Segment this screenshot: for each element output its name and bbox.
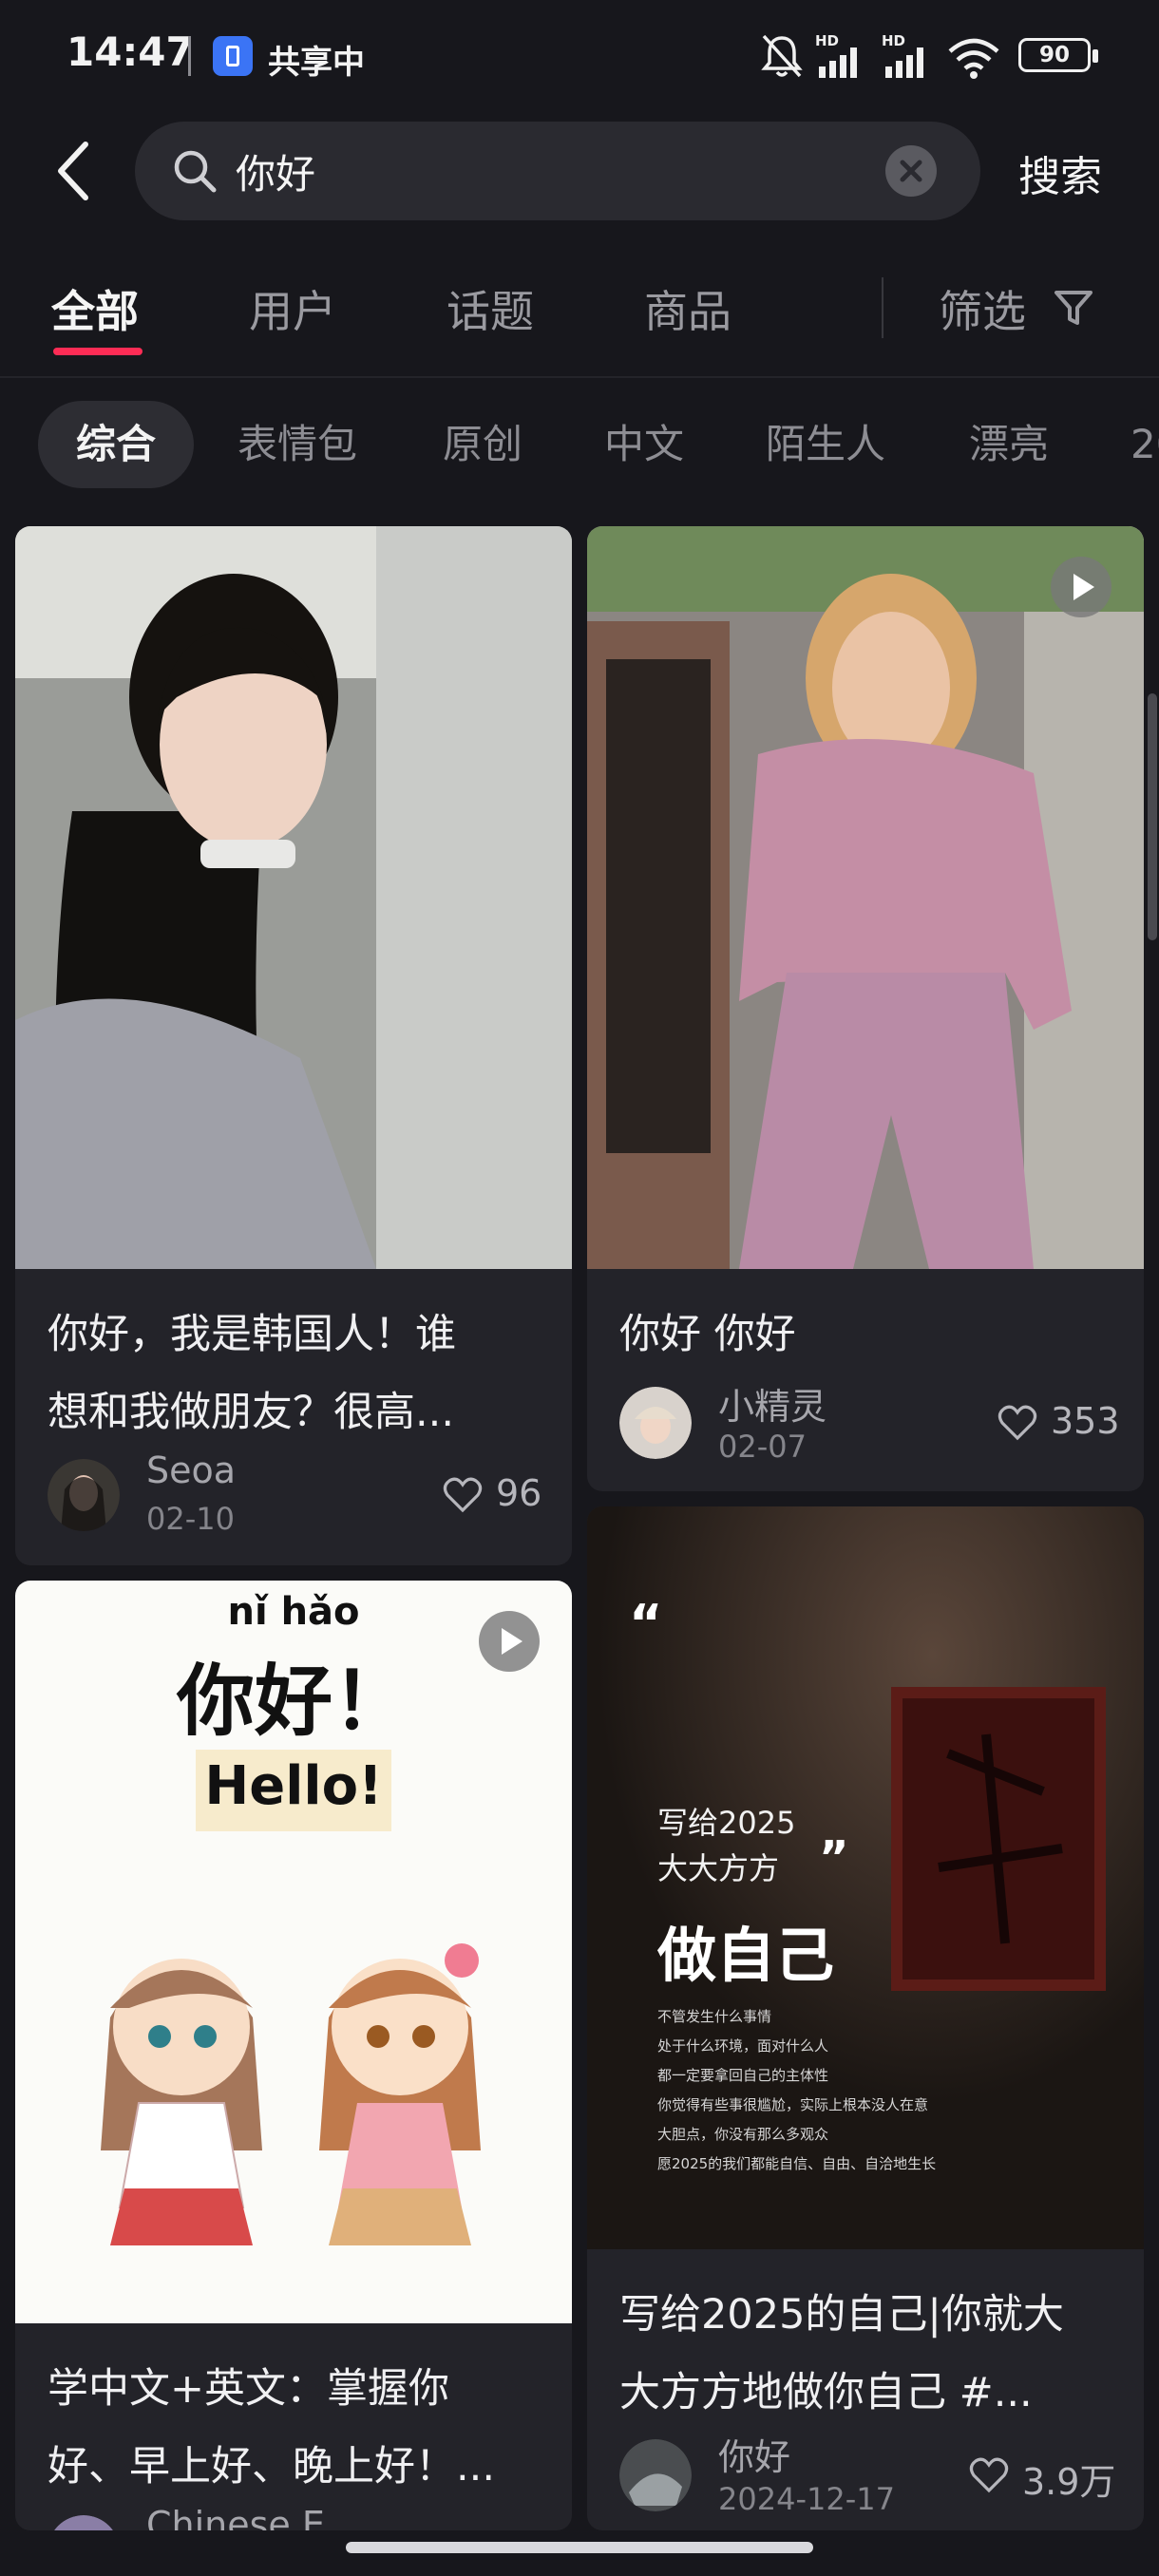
post-thumbnail: “ 写给2025 大大方方 ” 做自己 不管发生什么事情 处于什么环境，面对什么… [587, 1506, 1144, 2249]
post-title: 学中文+英文：掌握你 好、早上好、晚上好！... [48, 2365, 496, 2491]
post-title: 你好 你好 [619, 1311, 796, 1358]
tab-products[interactable]: 商品 [644, 277, 732, 340]
close-icon [900, 160, 922, 182]
chip-stickers[interactable]: 表情包 [238, 401, 357, 488]
battery-indicator: 90 [1018, 38, 1098, 72]
chip-pretty[interactable]: 漂亮 [969, 401, 1049, 488]
author-name[interactable]: 你好 [718, 2428, 790, 2480]
back-button[interactable] [48, 133, 104, 209]
search-button[interactable]: 搜索 [1018, 142, 1102, 203]
tab-users[interactable]: 用户 [249, 277, 336, 340]
thumbnail-english: Hello! [204, 1755, 383, 1817]
post-title: 你好，我是韩国人！谁 想和我做朋友？很高... [48, 1311, 456, 1436]
like-count: 353 [1051, 1400, 1120, 1442]
scrollbar[interactable] [1148, 693, 1157, 940]
search-icon [174, 150, 217, 193]
post-thumbnail [587, 526, 1144, 1269]
video-play-icon [1051, 557, 1112, 617]
screen-share-icon [213, 36, 253, 76]
post-card-1[interactable]: 你好，我是韩国人！谁 想和我做朋友？很高... Seoa 02-10 96 [15, 526, 572, 1565]
author-avatar[interactable] [619, 1387, 692, 1459]
post-thumbnail [15, 526, 572, 1269]
post-date: 02-07 [718, 1429, 807, 1465]
status-bar: 14:47 共享中 HD HD 90 [0, 0, 1159, 114]
home-indicator[interactable] [346, 2542, 813, 2553]
clear-search-button[interactable] [885, 145, 937, 197]
heart-icon[interactable] [969, 2456, 1009, 2494]
post-date: 02-10 [146, 1501, 235, 1537]
post-title: 写给2025的自己|你就大 大方方地做你自己 #... [619, 2291, 1064, 2416]
active-tab-indicator [53, 348, 142, 355]
chip-chinese[interactable]: 中文 [604, 401, 684, 488]
tabs-divider [0, 376, 1159, 378]
screen-share-label: 共享中 [268, 44, 365, 82]
filter-button[interactable]: 筛选 [939, 277, 1026, 340]
heart-icon[interactable] [998, 1404, 1037, 1442]
post-card-4[interactable]: “ 写给2025 大大方方 ” 做自己 不管发生什么事情 处于什么环境，面对什么… [587, 1506, 1144, 2530]
chip-comprehensive[interactable]: 综合 [38, 401, 195, 488]
tab-divider [882, 277, 884, 338]
post-date: 2024-12-17 [718, 2481, 895, 2517]
thumbnail-line-2: 大大方方 [657, 1850, 780, 1886]
search-query-text[interactable]: 你好 [236, 142, 315, 200]
tab-all[interactable]: 全部 [51, 277, 139, 340]
thumbnail-line-1: 写给2025 [657, 1805, 796, 1841]
post-card-3[interactable]: nǐ hǎo 你好！ Hello! 学中文+英文：掌握你 好、早上好、晚上好！.… [15, 1581, 572, 2530]
tab-topics[interactable]: 话题 [446, 277, 534, 340]
video-play-icon [479, 1611, 540, 1672]
author-name[interactable]: 小精灵 [718, 1377, 826, 1430]
chip-2025[interactable]: 20 [1130, 401, 1159, 488]
status-time: 14:47 [66, 28, 194, 75]
author-avatar[interactable] [619, 2439, 692, 2511]
thumbnail-headline: 做自己 [657, 1921, 835, 1990]
chip-original[interactable]: 原创 [443, 401, 522, 488]
post-card-2[interactable]: 你好 你好 小精灵 02-07 353 [587, 526, 1144, 1491]
thumbnail-body: 不管发生什么事情 处于什么环境，面对什么人 都一定要拿回自己的主体性 你觉得有些… [657, 2008, 937, 2172]
post-thumbnail: nǐ hǎo 你好！ Hello! [15, 1581, 572, 2323]
wifi-icon [948, 38, 999, 79]
like-count: 96 [496, 1472, 542, 1514]
like-count: 3.9万 [1022, 2461, 1116, 2503]
chip-strangers[interactable]: 陌生人 [766, 401, 885, 488]
filter-icon[interactable] [1053, 287, 1094, 329]
heart-icon[interactable] [443, 1476, 483, 1514]
cartoon-illustration [101, 1943, 481, 2245]
author-name[interactable]: Seoa [146, 1449, 236, 1491]
status-separator [188, 36, 191, 76]
mute-bell-icon [761, 34, 803, 78]
author-avatar[interactable] [48, 2515, 120, 2530]
author-name[interactable]: Chinese E... [146, 2504, 359, 2530]
author-avatar[interactable] [48, 1459, 120, 1531]
